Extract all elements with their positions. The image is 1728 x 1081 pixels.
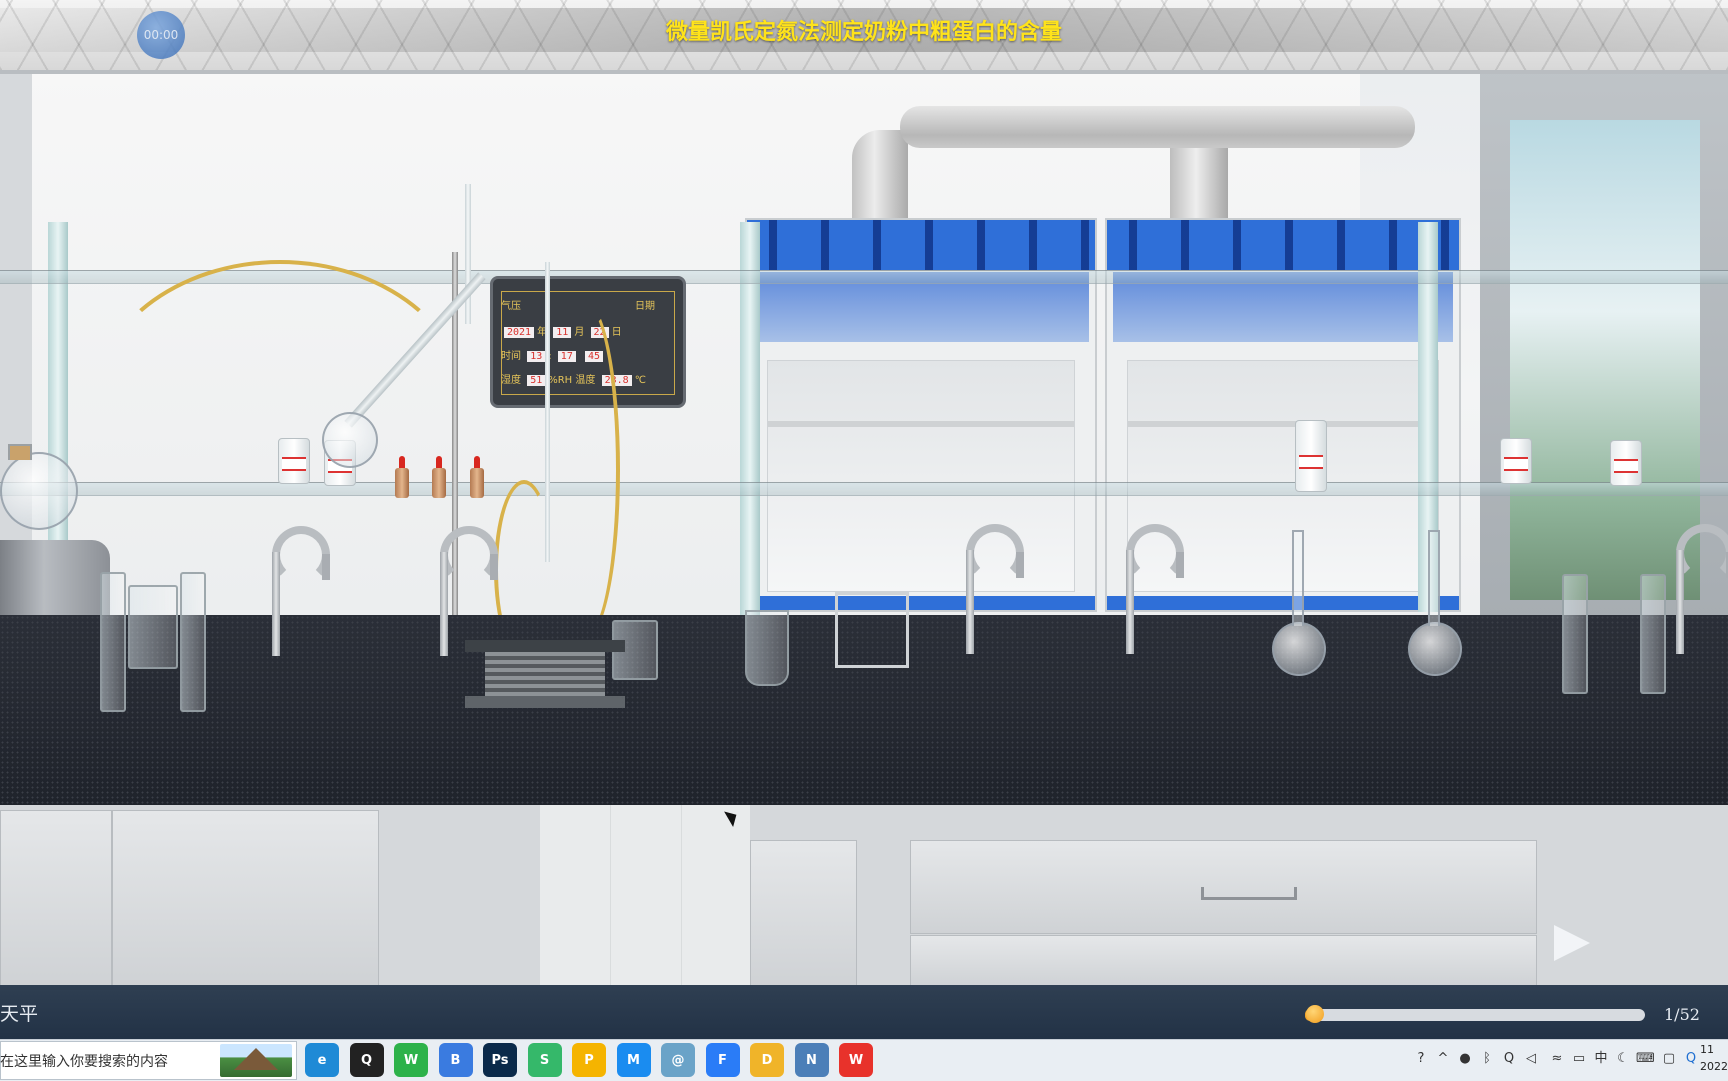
exhaust-duct-left	[852, 130, 908, 225]
wash-bottle[interactable]	[1500, 438, 1532, 484]
lab-scene-viewport[interactable]: 气压 日期 2021年 11月 22日 时间 13: 17 45 湿度 51%R…	[0, 0, 1728, 985]
erlenmeyer-flask[interactable]	[745, 610, 789, 686]
battery-icon[interactable]: ▭	[1570, 1050, 1588, 1068]
file-explorer-icon[interactable]: D	[750, 1043, 784, 1077]
progress-knob[interactable]	[1306, 1005, 1325, 1023]
hour-readout: 13	[527, 351, 546, 362]
reagent-bottle[interactable]	[1610, 440, 1642, 486]
sprite-icon[interactable]: S	[527, 1043, 562, 1077]
step-progress-slider[interactable]	[1305, 1005, 1645, 1023]
messenger-icon[interactable]: M	[616, 1043, 651, 1077]
fume-hood-vent-panel	[1107, 220, 1459, 270]
graduated-cylinder[interactable]	[1562, 574, 1588, 694]
qq-tray-icon[interactable]: Q	[1500, 1050, 1518, 1068]
app-swirl-icon[interactable]: @	[661, 1043, 695, 1077]
exhaust-duct-horizontal	[900, 106, 1415, 148]
clock-date: 2022	[1700, 1060, 1728, 1073]
notepad-icon[interactable]: N	[794, 1043, 829, 1077]
graduated-cylinder[interactable]	[1640, 574, 1666, 694]
page-title: 微量凯氏定氮法测定奶粉中粗蛋白的含量	[665, 20, 1062, 45]
fume-hood-vent-panel	[747, 220, 1095, 270]
water-faucet[interactable]	[1676, 524, 1728, 654]
keyboard-icon[interactable]: ⌨	[1636, 1050, 1655, 1068]
volume-icon[interactable]: ◁	[1522, 1050, 1540, 1068]
current-step-label: 天平	[0, 1003, 39, 1025]
cabinet-door[interactable]	[112, 810, 379, 985]
moon-icon[interactable]: ☾	[1614, 1050, 1632, 1068]
qq-icon[interactable]: Q	[349, 1043, 384, 1077]
plastic-reagent-bottle[interactable]	[1295, 420, 1327, 492]
window-glass	[1510, 120, 1700, 600]
quick-search-icon[interactable]: Q	[1682, 1050, 1700, 1068]
edge-icon[interactable]: e	[305, 1043, 339, 1077]
help-icon[interactable]: ?	[1412, 1050, 1430, 1068]
photoshop-icon[interactable]: Ps	[483, 1043, 517, 1077]
fume-hood-chamber	[767, 360, 1075, 592]
round-bottom-flask[interactable]	[0, 452, 78, 530]
funnel-tube[interactable]	[465, 184, 471, 324]
cabinet-door-left[interactable]	[0, 810, 112, 985]
timer-button[interactable]: 00:00	[137, 11, 185, 59]
water-faucet[interactable]	[440, 526, 500, 656]
year-readout: 2021	[504, 327, 535, 338]
volumetric-flask[interactable]	[1408, 622, 1462, 676]
wechat-icon[interactable]: W	[394, 1043, 428, 1077]
chevron-up-icon[interactable]: ^	[1434, 1050, 1452, 1068]
bluetooth-icon[interactable]: ᛒ	[1478, 1050, 1496, 1068]
temperature-unit: ℃	[634, 375, 646, 386]
water-faucet[interactable]	[272, 526, 332, 656]
drawer-handle	[1201, 887, 1297, 900]
taskbar-search-placeholder: 在这里输入你要搜索的内容	[0, 1054, 168, 1070]
flask-stopper	[8, 444, 32, 460]
feishu-icon[interactable]: F	[705, 1043, 740, 1077]
drawer-top[interactable]	[910, 840, 1537, 934]
fume-hood-base	[747, 596, 1095, 610]
volumetric-flask-neck	[1292, 530, 1304, 626]
ime-indicator[interactable]: 中	[1592, 1050, 1610, 1068]
floor-tiles	[540, 805, 750, 985]
graduated-cylinder[interactable]	[100, 572, 126, 712]
beaker[interactable]	[128, 585, 178, 669]
water-faucet[interactable]	[1126, 524, 1186, 654]
taskbar-clock[interactable]: 11 2022	[1700, 1041, 1728, 1075]
pdf-reader-icon[interactable]: P	[572, 1043, 606, 1077]
cabinet-door[interactable]	[750, 840, 857, 985]
humidity-readout: 51	[527, 375, 546, 386]
water-faucet[interactable]	[966, 524, 1026, 654]
humidity-label: 湿度	[501, 375, 521, 386]
day-unit: 日	[611, 327, 622, 338]
clock-time: 11	[1700, 1043, 1714, 1056]
graduated-cylinder[interactable]	[180, 572, 206, 712]
pressure-label: 气压	[501, 301, 521, 312]
rubber-tubing	[550, 300, 620, 640]
volumetric-flask-neck	[1428, 530, 1440, 626]
volumetric-flask[interactable]	[1272, 622, 1326, 676]
search-highlight-mountain-icon[interactable]	[220, 1044, 292, 1077]
wps-icon[interactable]: W	[839, 1043, 873, 1077]
next-step-arrow-icon[interactable]	[1554, 925, 1590, 961]
wechat-tray-icon[interactable]: ●	[1456, 1050, 1474, 1068]
wifi-icon[interactable]: ≈	[1548, 1050, 1566, 1068]
lab-jack[interactable]	[465, 640, 625, 708]
time-label: 时间	[501, 351, 521, 362]
rubber-tubing	[90, 260, 470, 560]
step-page-count: 1/52	[1664, 1005, 1700, 1024]
test-tube-rack[interactable]	[835, 592, 909, 668]
date-label: 日期	[635, 301, 655, 312]
sticky-note-icon[interactable]: ▢	[1660, 1050, 1678, 1068]
baidu-netdisk-icon[interactable]: B	[438, 1043, 473, 1077]
dropper-bottle[interactable]	[470, 456, 484, 498]
drawer-bottom[interactable]	[910, 935, 1537, 985]
